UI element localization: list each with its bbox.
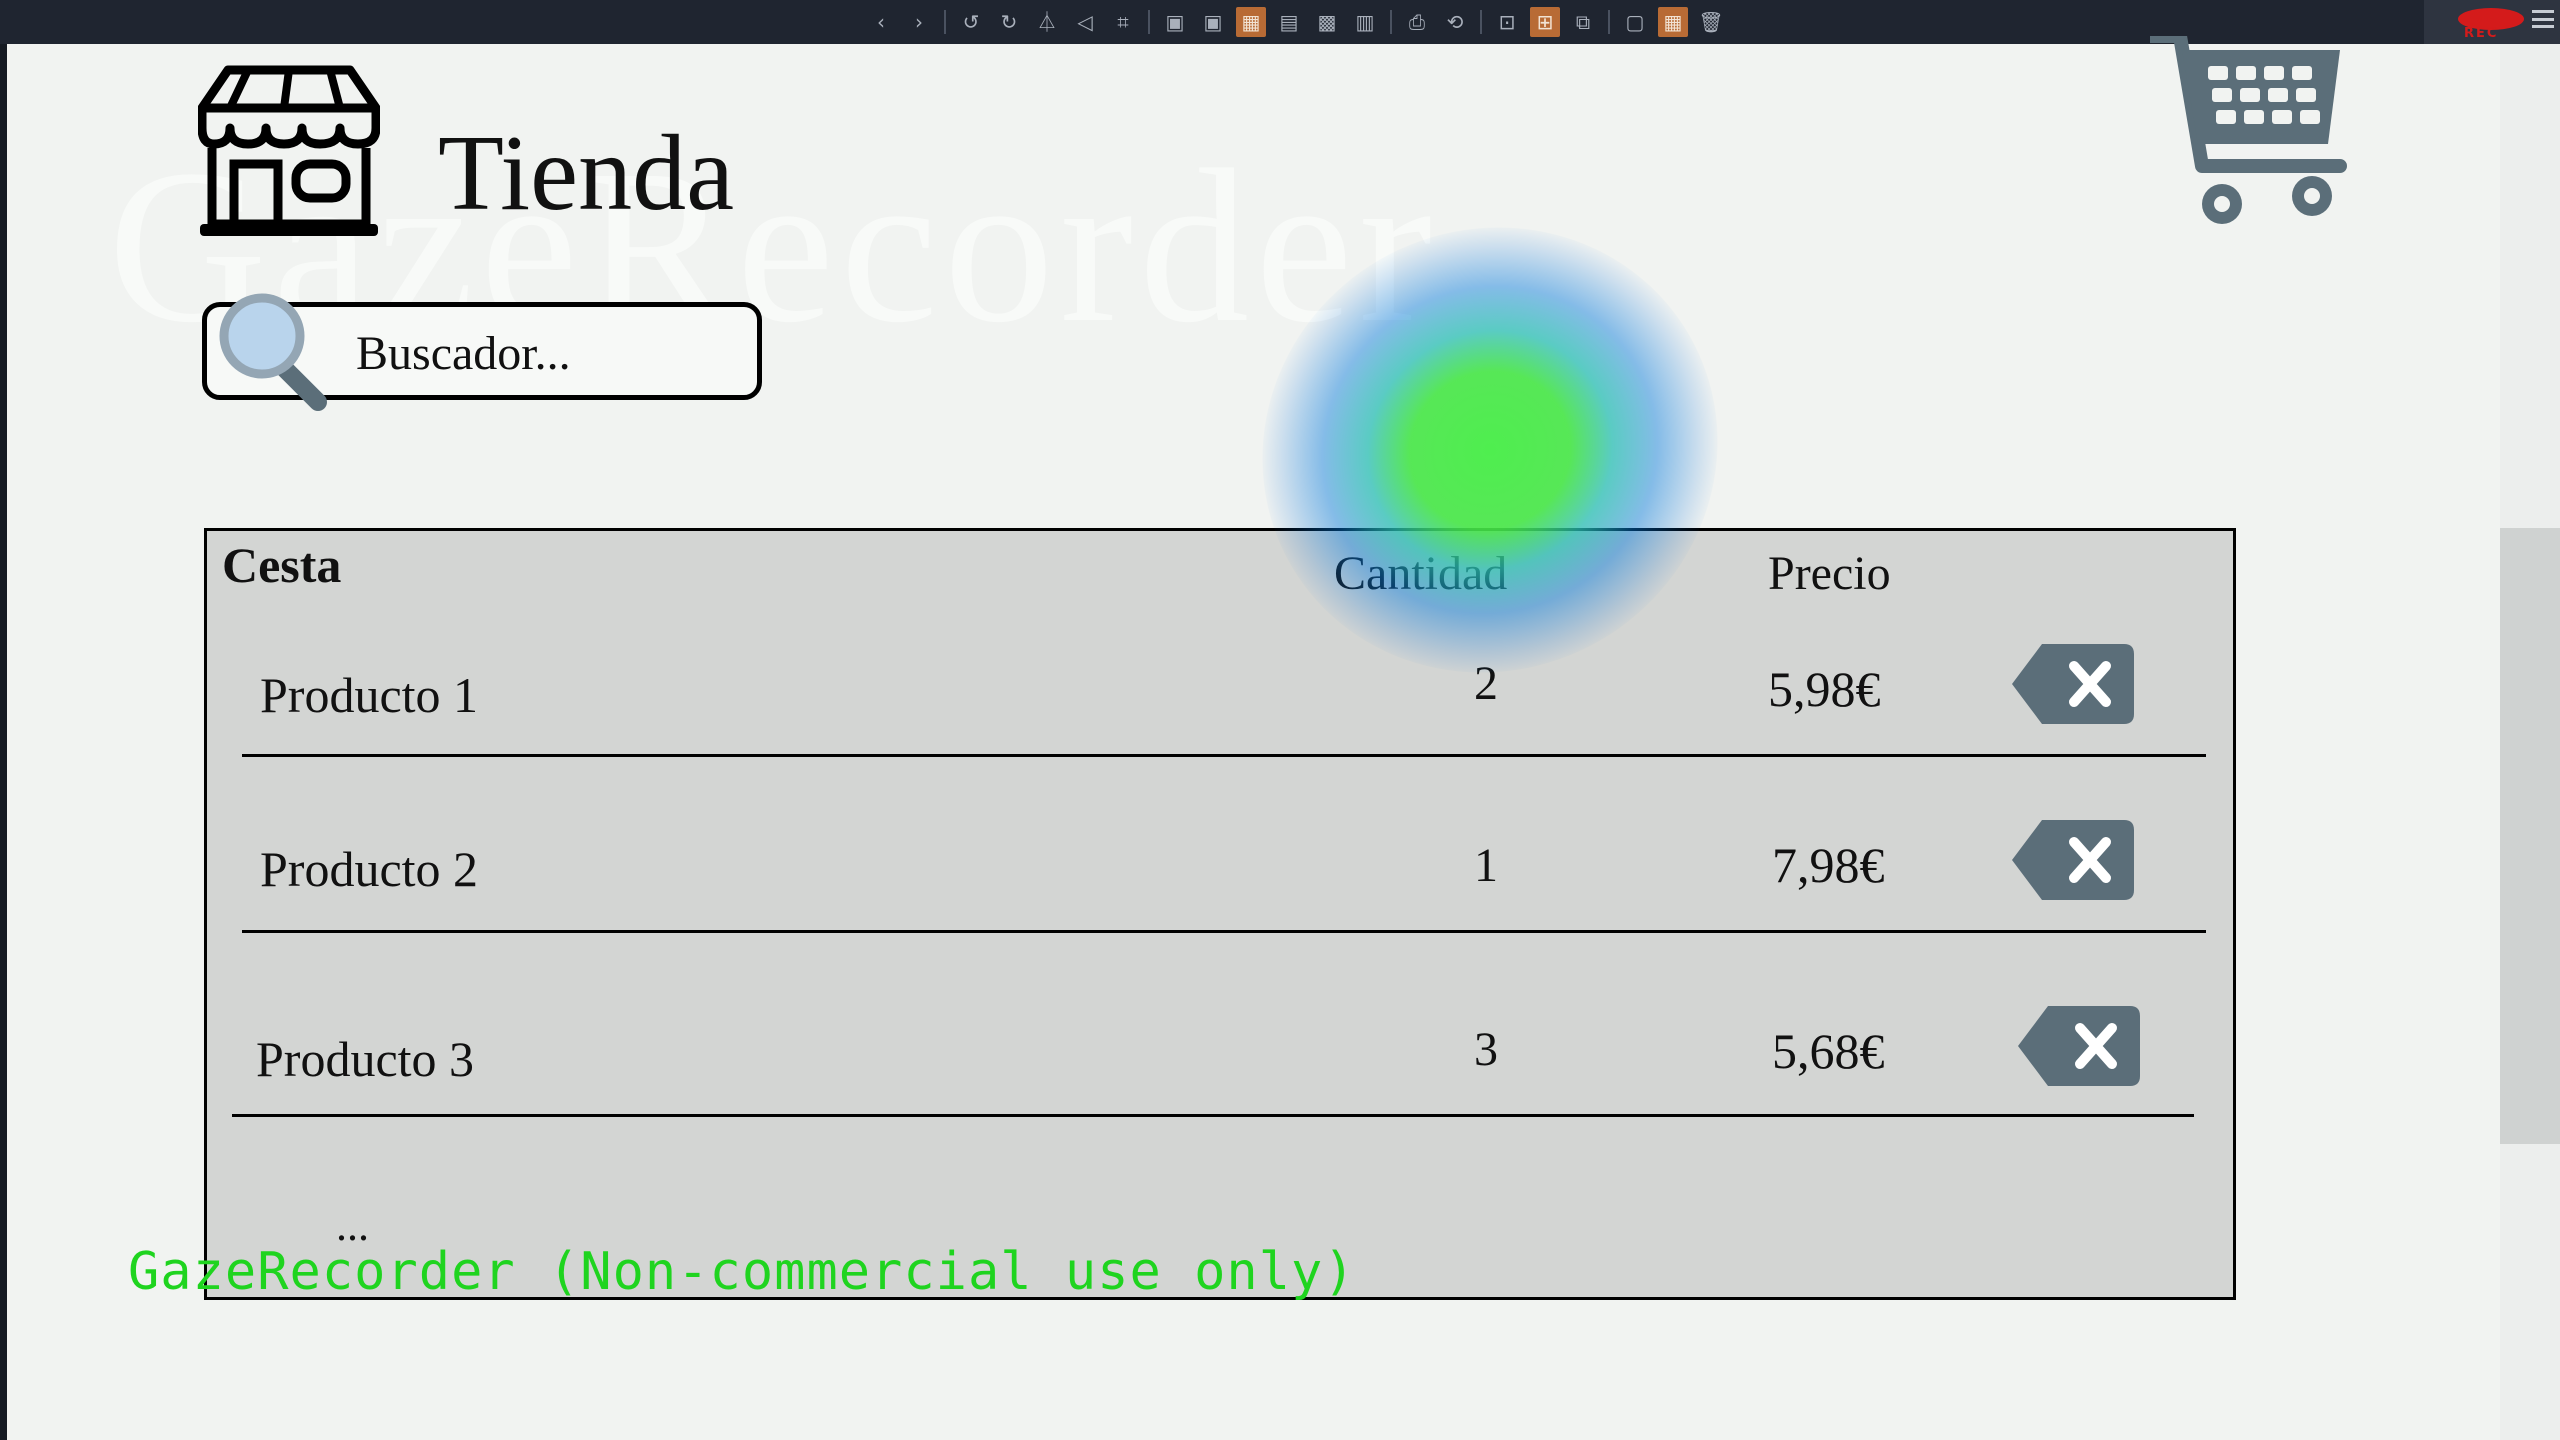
undo-icon[interactable]: ↺ [956,7,986,37]
column-price-header: Precio [1768,547,1891,600]
scrollbar-thumb[interactable] [2500,528,2560,1144]
image-icon[interactable]: ▢ [1620,7,1650,37]
product-price: 5,98€ [1768,661,1881,717]
magnifier-icon[interactable] [218,292,334,412]
image-edit-icon[interactable]: ⧉ [1568,7,1598,37]
product-name: Producto 2 [260,841,479,897]
shopping-cart-icon[interactable] [2150,36,2356,236]
toolbar-tools: ‹ › ↺ ↻ ⏃ ◁ ⌗ ▣ ▣ ▦ ▤ ▩ ▥ ⎙ ⟲ ⊡ ⊞ ⧉ ▢ ▦ 🗑 [866,6,1726,38]
menu-icon[interactable] [2532,10,2554,28]
product-price: 5,68€ [1772,1023,1885,1079]
toolbar-separator [1390,10,1392,34]
gazerecorder-notice: GazeRecorder (Non-commercial use only) [128,1242,1356,1302]
row-divider [232,1114,2194,1117]
column-quantity-header: Cantidad [1334,547,1508,600]
row-divider [242,930,2206,933]
product-quantity: 3 [1474,1023,1498,1076]
forward-icon[interactable]: › [904,7,934,37]
product-name: Producto 3 [256,1031,475,1087]
store-icon [198,65,380,236]
back-icon[interactable]: ‹ [866,7,896,37]
rec-indicator[interactable]: REC [2424,0,2560,44]
cart-panel [204,528,2236,1300]
cart-title: Cesta [222,537,342,593]
toolbar-separator [1148,10,1150,34]
crop-icon[interactable]: ⌗ [1108,7,1138,37]
search-input[interactable] [354,322,748,384]
grid-icon[interactable]: ▥ [1350,7,1380,37]
page-title: Tienda [438,114,735,233]
window-left-edge [0,44,7,1440]
product-quantity: 2 [1474,657,1498,710]
delete-icon[interactable] [2018,1006,2140,1086]
zoom-fit-icon[interactable]: ⊡ [1492,7,1522,37]
product-quantity: 1 [1474,839,1498,892]
mask-icon[interactable]: ▤ [1274,7,1304,37]
toolbar-separator [1480,10,1482,34]
redo-icon[interactable]: ↻ [994,7,1024,37]
lock-icon[interactable]: ▣ [1198,7,1228,37]
delete-icon[interactable] [2012,644,2134,724]
product-price: 7,98€ [1772,837,1885,893]
delete-icon[interactable] [2012,820,2134,900]
rec-label: REC [2464,26,2499,41]
product-name: Producto 1 [260,667,479,723]
toolbar-separator [944,10,946,34]
blur-icon[interactable]: ▩ [1312,7,1342,37]
refresh-icon[interactable]: ⟲ [1440,7,1470,37]
print-icon[interactable]: ⎙ [1402,7,1432,37]
overlay-icon[interactable]: ▦ [1236,7,1266,37]
heatmap-icon[interactable]: ▣ [1160,7,1190,37]
zoom-expand-icon[interactable]: ⊞ [1530,7,1560,37]
trash-icon[interactable]: 🗑 [1696,7,1726,37]
rotate-icon[interactable]: ◁ [1070,7,1100,37]
flip-icon[interactable]: ⏃ [1032,7,1062,37]
toolbar-separator [1608,10,1610,34]
row-divider [242,754,2206,757]
tiles-icon[interactable]: ▦ [1658,7,1688,37]
